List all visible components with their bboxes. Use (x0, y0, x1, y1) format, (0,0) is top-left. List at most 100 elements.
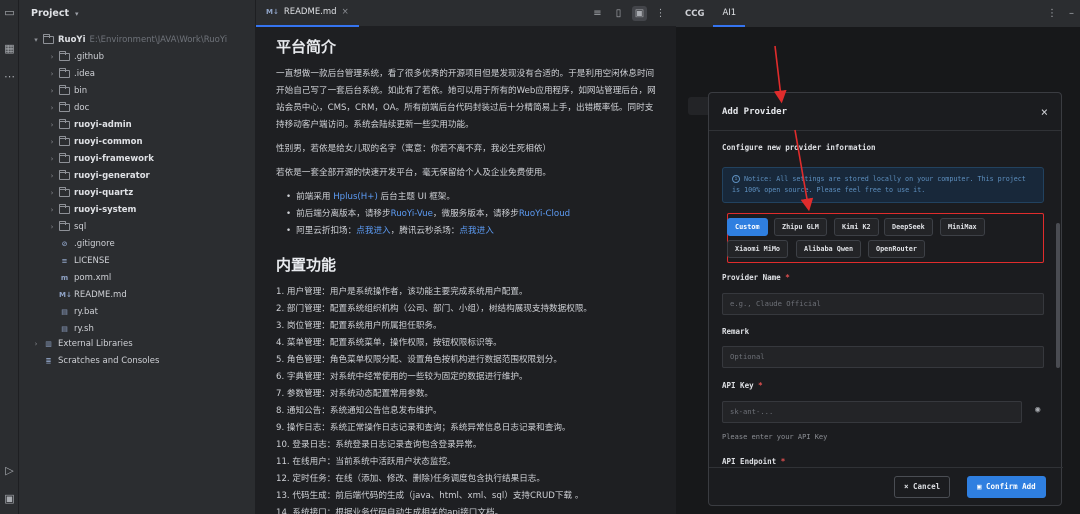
list-item: 阿里云折扣场：点我进入，腾讯云秒杀场：点我进入 (286, 223, 656, 240)
file-icon: m (60, 273, 69, 282)
chevron-right-icon[interactable]: › (47, 223, 57, 231)
chevron-right-icon[interactable]: › (47, 206, 57, 214)
heading-platform-intro: 平台简介 (276, 38, 337, 56)
provider-chip-deepseek[interactable]: DeepSeek (884, 218, 933, 236)
tab-ai1[interactable]: AI1 (713, 0, 746, 27)
eye-icon[interactable]: ◉ (1035, 405, 1040, 415)
provider-name-input[interactable]: e.g., Claude Official (722, 293, 1044, 315)
chevron-right-icon[interactable]: › (47, 87, 57, 95)
chevron-right-icon[interactable]: › (47, 189, 57, 197)
list-item: 12. 定时任务：在线（添加、修改、删除)任务调度包含执行结果日志。 (276, 474, 545, 484)
tree-item[interactable]: › ruoyi-admin (47, 116, 132, 133)
chevron-right-icon[interactable]: › (47, 155, 57, 163)
file-icon: ≡ (61, 256, 68, 265)
chevron-right-icon[interactable]: › (47, 121, 57, 129)
tree-item[interactable]: › ruoyi-generator (47, 167, 150, 184)
list-item: 10. 登录日志：系统登录日志记录查询包含登录异常。 (276, 440, 482, 450)
minimize-icon[interactable]: – (1069, 8, 1074, 19)
folder-icon (59, 50, 70, 61)
info-icon: i (732, 175, 740, 183)
link-hplus[interactable]: Hplus(H+) (333, 192, 378, 202)
folder-icon[interactable]: ▭ (3, 6, 16, 19)
tree-item[interactable]: ≡ LICENSE (47, 252, 110, 269)
link-aliyun[interactable]: 点我进入 (356, 226, 390, 236)
chevron-down-icon[interactable]: ▾ (31, 36, 41, 44)
chevron-right-icon[interactable]: › (47, 53, 57, 61)
provider-chip-xiaomi[interactable]: Xiaomi MiMo (727, 240, 789, 258)
tree-item[interactable]: m pom.xml (47, 269, 111, 286)
more-vertical-icon[interactable]: ⋮ (653, 6, 668, 21)
provider-chip-minimax[interactable]: MiniMax (940, 218, 985, 236)
tree-item[interactable]: › ruoyi-system (47, 201, 136, 218)
dialog-body: Configure new provider information i Noti… (722, 143, 1044, 466)
folder-icon (59, 203, 70, 214)
folder-icon (59, 84, 70, 95)
tool-tabs: CCG AI1 ⋮ – (676, 0, 1080, 27)
tree-item[interactable]: › ruoyi-common (47, 133, 143, 150)
list-item: 前后端分离版本，请移步RuoYi-Vue，微服务版本，请移步RuoYi-Clou… (286, 206, 656, 223)
folder-icon (43, 33, 54, 44)
api-key-input[interactable]: sk-ant-... (722, 401, 1022, 423)
dialog-scrollbar[interactable] (1056, 223, 1060, 368)
chevron-right-icon[interactable]: › (47, 104, 57, 112)
tree-external-libraries[interactable]: › ▥ External Libraries (31, 335, 133, 352)
preview-icon[interactable]: ▣ (632, 6, 647, 21)
chevron-right-icon[interactable]: › (47, 70, 57, 78)
editor-toolbar: ≡ ▯ ▣ ⋮ (590, 6, 668, 21)
provider-chip-alibaba[interactable]: Alibaba Qwen (796, 240, 862, 258)
editor-only-icon[interactable]: ≡ (590, 6, 605, 21)
provider-chip-openrouter[interactable]: OpenRouter (868, 240, 925, 258)
list-item: 14. 系统接口：根据业务代码自动生成相关的api接口文档。 (276, 508, 504, 514)
chevron-right-icon[interactable]: › (47, 138, 57, 146)
provider-chip-custom[interactable]: Custom (727, 218, 768, 236)
heading-features: 内置功能 (276, 256, 337, 274)
link-ruoyi-vue[interactable]: RuoYi-Vue (391, 209, 433, 219)
tab-ccg[interactable]: CCG (676, 0, 713, 27)
link-tencent[interactable]: 点我进入 (459, 226, 493, 236)
terminal-icon[interactable]: ▣ (3, 492, 16, 505)
list-item: 1. 用户管理：用户是系统操作者，该功能主要完成系统用户配置。 (276, 287, 528, 297)
more-vertical-icon[interactable]: ⋮ (1047, 8, 1057, 19)
tree-item[interactable]: › ruoyi-quartz (47, 184, 133, 201)
close-icon[interactable]: × (1041, 105, 1048, 119)
file-icon: ⊘ (61, 239, 68, 248)
provider-chip-zhipu[interactable]: Zhipu GLM (774, 218, 827, 236)
structure-icon[interactable]: ▦ (3, 42, 16, 55)
provider-chip-kimi[interactable]: Kimi K2 (834, 218, 879, 236)
close-icon[interactable]: × (342, 7, 349, 17)
tree-root[interactable]: ▾ RuoYi E:\Environment\JAVA\Work\RuoYi (31, 31, 227, 48)
editor-tabs: M↓ README.md × ≡ ▯ ▣ ⋮ (256, 0, 676, 27)
tree-item[interactable]: M↓ README.md (47, 286, 127, 303)
tree-item[interactable]: › .idea (47, 65, 95, 82)
folder-icon (59, 135, 70, 146)
tree-item[interactable]: ⊘ .gitignore (47, 235, 115, 252)
file-icon: ▤ (61, 307, 68, 316)
link-ruoyi-cloud[interactable]: RuoYi-Cloud (519, 209, 570, 219)
dialog-subtitle: Configure new provider information (722, 143, 876, 152)
chevron-down-icon[interactable]: ▾ (75, 10, 79, 18)
chevron-right-icon[interactable]: › (47, 172, 57, 180)
list-item: 9. 操作日志：系统正常操作日志记录和查询；系统异常信息日志记录和查询。 (276, 423, 571, 433)
cancel-button[interactable]: × Cancel (894, 476, 951, 498)
activity-bar: ▭ ▦ ⋯ ▷ ▣ (0, 0, 19, 514)
tree-item[interactable]: › bin (47, 82, 87, 99)
scratches-icon: ≣ (45, 356, 52, 365)
tab-readme[interactable]: M↓ README.md × (256, 0, 359, 27)
tree-item[interactable]: ▤ ry.bat (47, 303, 98, 320)
confirm-add-button[interactable]: ▣ Confirm Add (967, 476, 1046, 498)
more-icon[interactable]: ⋯ (3, 70, 16, 83)
list-item: 7. 参数管理：对系统动态配置常用参数。 (276, 389, 434, 399)
project-title[interactable]: Project (31, 8, 69, 19)
chevron-right-icon[interactable]: › (31, 340, 41, 348)
run-icon[interactable]: ▷ (3, 464, 16, 477)
tree-item[interactable]: › .github (47, 48, 104, 65)
list-item: 前端采用 Hplus(H+) 后台主题 UI 框架。 (286, 189, 656, 206)
remark-input[interactable]: Optional (722, 346, 1044, 368)
split-view-icon[interactable]: ▯ (611, 6, 626, 21)
folder-icon (59, 101, 70, 112)
tree-scratches[interactable]: ≣ Scratches and Consoles (31, 352, 160, 369)
tree-item[interactable]: › sql (47, 218, 86, 235)
tree-item[interactable]: › doc (47, 99, 89, 116)
paragraph: 性别男，若依是给女儿取的名字（寓意：你若不离不弃，我必生死相依） (276, 144, 552, 154)
tree-item[interactable]: › ruoyi-framework (47, 150, 154, 167)
